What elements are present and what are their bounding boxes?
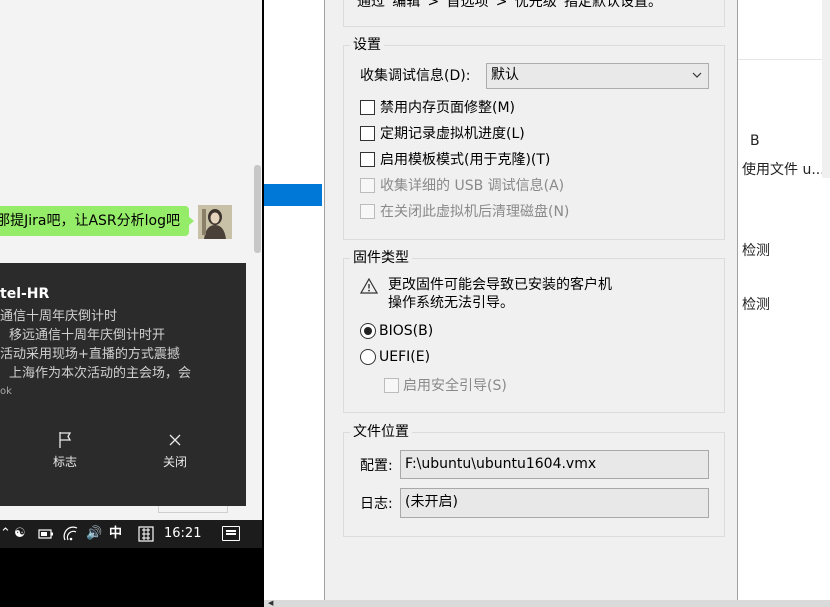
chevron-up-icon[interactable]: ⌃ [0,520,11,548]
clean-disk-checkbox [360,204,375,219]
uefi-label[interactable]: UEFI(E) [379,348,430,366]
volume-icon[interactable]: 🔊 [86,520,102,548]
taskbar: ⌃ ☯ 🔊 中 16:21 [0,520,262,548]
notification-toast[interactable]: tel-HR 通信十周年庆倒计时 移远通信十周年庆倒计时开 活动采用现场+直播的… [0,263,246,506]
toast-line-3: 活动采用现场+直播的方式震撼 [0,347,180,362]
toast-line-2: 移远通信十周年庆倒计时开 [9,328,166,343]
firmware-warning-line1: 更改固件可能会导致已安装的客户机 [388,277,612,293]
flag-icon [35,431,95,453]
chat-message-bubble[interactable]: 那提Jira吧，让ASR分析log吧 [0,206,189,236]
secure-boot-checkbox [384,378,399,393]
debug-info-value: 默认 [491,67,519,83]
qq-icon[interactable]: ☯ [14,520,26,548]
log-label: 日志: [360,496,393,512]
bios-radio[interactable] [360,323,376,339]
background-text-2: 使用文件 u... [742,162,822,178]
settings-list-pane [264,0,324,600]
file-location-group [343,432,725,537]
notification-icon[interactable] [222,526,240,541]
background-divider [738,59,830,60]
debug-info-select[interactable]: 默认 [486,63,709,89]
template-mode-checkbox[interactable] [360,152,375,167]
config-path-field[interactable]: F:\ubuntu\ubuntu1604.vmx [400,450,709,479]
template-mode-label[interactable]: 启用模板模式(用于克隆)(T) [380,151,550,169]
background-text-4: 检测 [742,297,770,313]
toast-source: ok [0,386,12,397]
chat-scrollbar[interactable] [254,165,261,253]
toast-flag-button[interactable]: 标志 [35,431,95,470]
default-settings-hint: 通过“编辑”>“首选项”>“优先级”指定默认设置。 [357,0,662,10]
usb-debug-label: 收集详细的 USB 调试信息(A) [380,178,565,194]
toast-flag-label: 标志 [52,455,77,469]
chat-message-text: 那提Jira吧，让ASR分析log吧 [0,213,180,229]
firmware-group-title: 固件类型 [350,249,412,267]
disable-memory-trim-label[interactable]: 禁用内存页面修整(M) [380,99,515,117]
scroll-left-icon[interactable]: ◀ [268,600,273,607]
background-text-1: B [750,133,760,149]
chat-bubble-tail [188,216,194,226]
settings-group-title: 设置 [350,36,384,54]
toast-close-label: 关闭 [162,455,187,469]
file-location-group-title: 文件位置 [350,423,412,441]
usb-debug-checkbox [360,178,375,193]
horizontal-scrollbar[interactable] [264,600,830,607]
ime-icon[interactable]: 中 [109,520,122,548]
toast-line-4: 上海作为本次活动的主会场，会 [9,366,192,381]
toast-close-button[interactable]: 关闭 [145,431,205,470]
background-text-3: 检测 [742,243,770,259]
log-path-field[interactable]: (未开启) [400,488,709,518]
config-label: 配置: [360,458,393,474]
log-progress-checkbox[interactable] [360,126,375,141]
debug-info-label: 收集调试信息(D): [360,68,471,84]
clean-disk-label: 在关闭此虚拟机后清理磁盘(N) [380,204,570,220]
secure-boot-label: 启用安全引导(S) [403,378,507,394]
bios-label[interactable]: BIOS(B) [379,322,433,340]
chevron-down-icon [692,64,702,93]
desktop-background [0,548,262,607]
taskbar-clock[interactable]: 16:21 [164,520,201,548]
firmware-warning-line2: 操作系统无法引导。 [388,295,514,311]
close-icon [145,431,205,453]
uefi-radio[interactable] [360,349,376,365]
background-scrollbar[interactable] [822,0,830,178]
avatar[interactable] [198,205,232,239]
disable-memory-trim-checkbox[interactable] [360,100,375,115]
warning-icon [359,277,379,298]
toast-title: tel-HR [0,286,50,302]
selected-list-item[interactable] [264,184,322,206]
toast-line-1: 通信十周年庆倒计时 [0,309,118,324]
log-progress-label[interactable]: 定期记录虚拟机进度(L) [380,125,525,143]
